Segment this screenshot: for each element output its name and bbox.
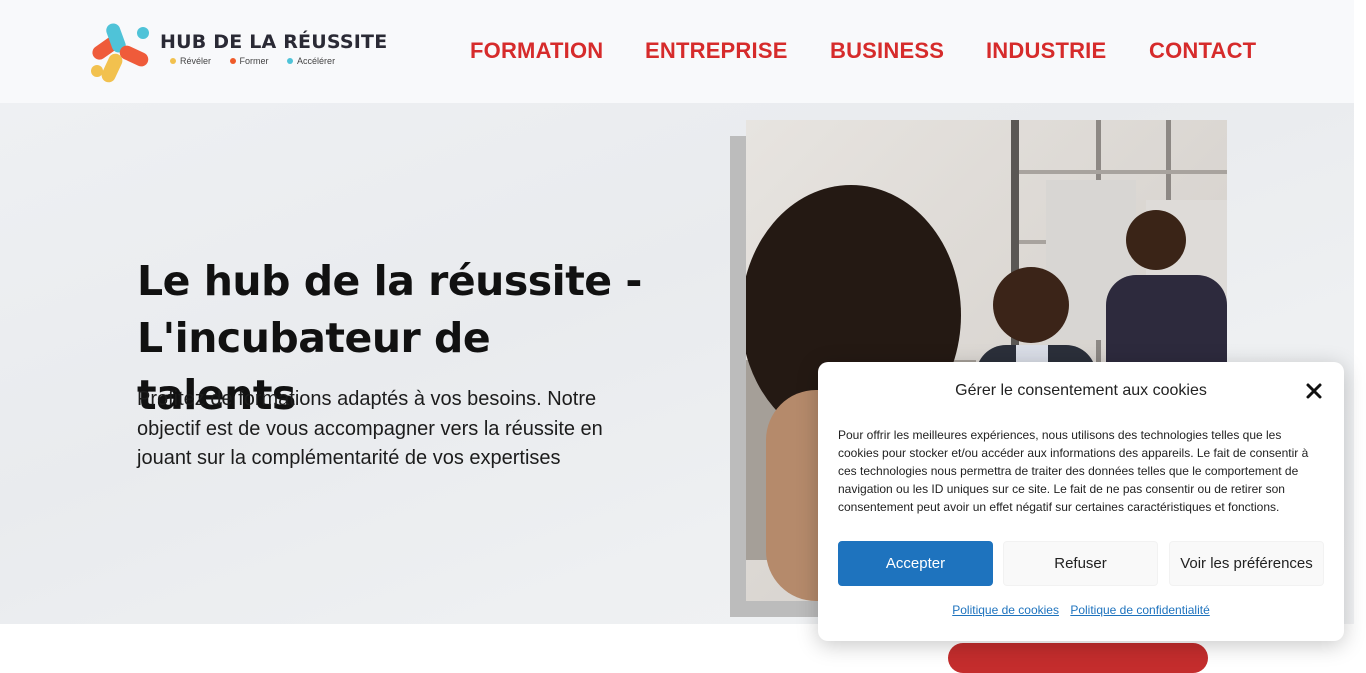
- tag-reveler: Révéler: [170, 56, 211, 66]
- nav-item-formation[interactable]: FORMATION: [470, 38, 603, 64]
- cta-button[interactable]: [948, 643, 1208, 673]
- cookie-message: Pour offrir les meilleures expériences, …: [838, 428, 1309, 514]
- cookie-title: Gérer le consentement aux cookies: [955, 382, 1207, 399]
- orange-dot-icon: [229, 58, 236, 64]
- cookie-consent-dialog: Gérer le consentement aux cookies Pour o…: [818, 362, 1344, 641]
- nav-item-contact[interactable]: CONTACT: [1149, 38, 1256, 64]
- cookie-policy-links: Politique de cookies Politique de confid…: [818, 603, 1344, 617]
- tag-label: Révéler: [180, 56, 212, 66]
- logo-tagline: Révéler Former Accélérer: [170, 56, 351, 66]
- nav-item-business[interactable]: BUSINESS: [830, 38, 944, 64]
- logo-mark-icon: [91, 23, 149, 83]
- tag-former: Former: [229, 56, 269, 66]
- yellow-dot-icon: [170, 58, 176, 64]
- hero-description: Profitez de formations adaptés à vos bes…: [137, 388, 603, 469]
- logo-title: HUB DE LA RÉUSSITE: [160, 31, 388, 53]
- blue-dot-icon: [287, 58, 294, 64]
- nav-item-industrie[interactable]: INDUSTRIE: [986, 38, 1106, 64]
- site-header: HUB DE LA RÉUSSITE Révéler Former Accélé…: [0, 0, 1354, 103]
- privacy-policy-link[interactable]: Politique de confidentialité: [1070, 603, 1209, 617]
- cookie-policy-link[interactable]: Politique de cookies: [952, 603, 1059, 617]
- tag-accelerer: Accélérer: [287, 56, 335, 66]
- accept-button[interactable]: Accepter: [838, 541, 993, 586]
- close-icon[interactable]: [1305, 382, 1323, 400]
- site-logo[interactable]: HUB DE LA RÉUSSITE Révéler Former Accélé…: [87, 19, 387, 85]
- tag-label: Former: [239, 56, 269, 66]
- refuse-button[interactable]: Refuser: [1003, 541, 1158, 586]
- view-preferences-button[interactable]: Voir les préférences: [1169, 541, 1324, 586]
- tag-label: Accélérer: [297, 56, 336, 66]
- nav-item-entreprise[interactable]: ENTREPRISE: [645, 38, 788, 64]
